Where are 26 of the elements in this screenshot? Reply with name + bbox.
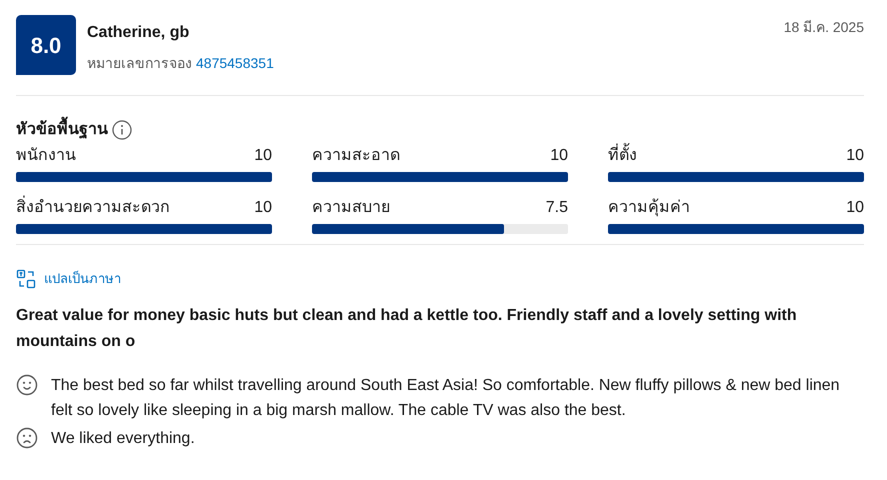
review-date: 18 มี.ค. 2025	[784, 18, 864, 37]
category-score: 10	[254, 198, 272, 218]
reviewer-name: Catherine, gb	[87, 23, 190, 43]
smiling-face-icon	[16, 374, 38, 396]
category-name: ความคุ้มค่า	[608, 198, 690, 218]
category-score: 10	[254, 146, 272, 166]
review-comment: We liked everything.	[51, 429, 195, 449]
translate-icon	[16, 269, 36, 289]
category-name: ความสะอาด	[312, 146, 400, 166]
category-name: ที่ตั้ง	[608, 144, 637, 168]
category-score: 10	[846, 198, 864, 218]
section-title: หัวข้อพื้นฐาน	[16, 118, 108, 142]
info-icon[interactable]	[112, 120, 132, 140]
category-name: สิ่งอำนวยความสะดวก	[16, 196, 170, 220]
review-headline: Great value for money basic huts but clean and had a kettle too. Friendly staff and a lovely setting with mountains on o	[16, 306, 798, 352]
category-name: ความสบาย	[312, 198, 390, 218]
booking-number: 4875458351	[196, 54, 274, 73]
score-badge: 8.0	[16, 15, 76, 75]
booking-label: หมายเลขการจอง	[87, 54, 192, 73]
review-comment: The best bed so far whilst travelling around South East Asia! So comfortable. New fluffy pillows & new bed linen felt so lovely like sleeping in a big marsh mallow. The cable TV was also the best.	[51, 376, 841, 421]
category-name: พนักงาน	[16, 146, 76, 166]
translate-link[interactable]: แปลเป็นภาษา	[16, 269, 121, 289]
category-score: 7.5	[546, 198, 568, 218]
category-score: 10	[550, 146, 568, 166]
category-score: 10	[846, 146, 864, 166]
frowning-face-icon	[16, 427, 38, 449]
